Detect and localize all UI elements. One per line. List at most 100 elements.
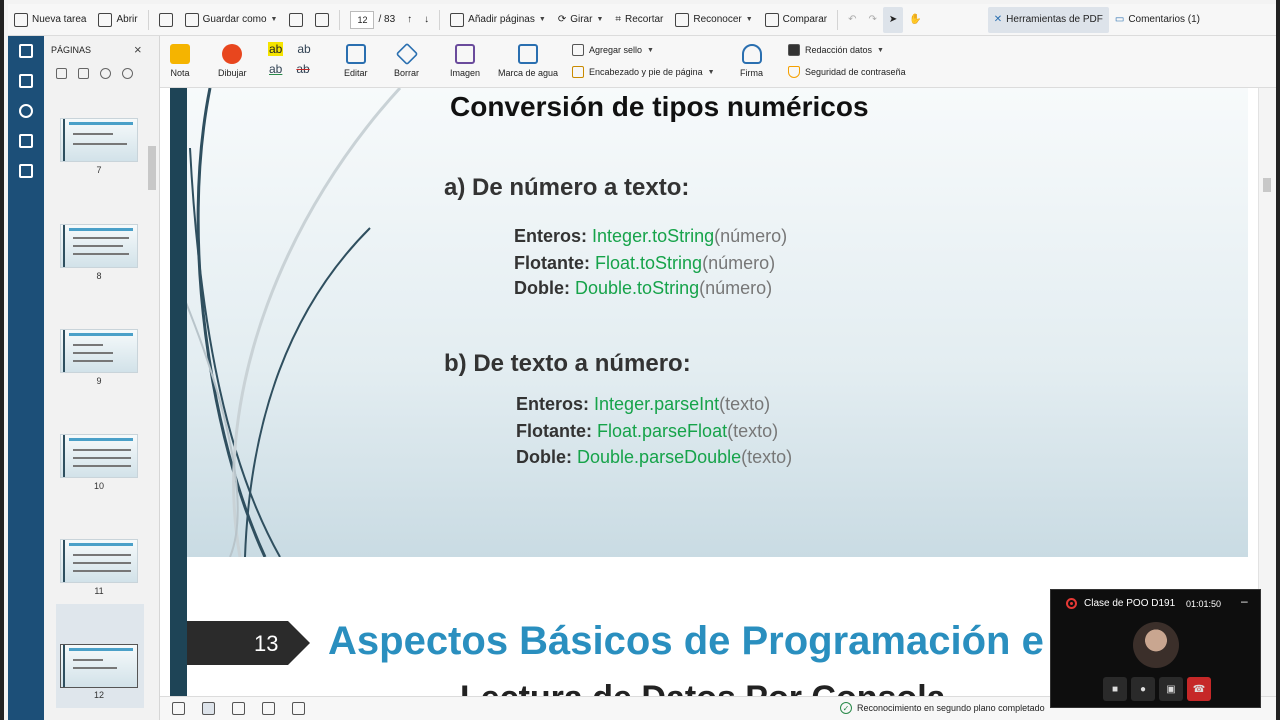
code-line: Enteros: Integer.toString(número) bbox=[514, 226, 788, 246]
thumbnail-number: 7 bbox=[96, 165, 102, 175]
image-button[interactable]: Imagen bbox=[450, 44, 480, 78]
hang-up-icon: ☎ bbox=[1192, 683, 1206, 695]
separator bbox=[837, 9, 839, 30]
hand-tool-button[interactable]: ✋ bbox=[903, 7, 927, 33]
previous-page-button[interactable]: ↑ bbox=[401, 7, 418, 33]
select-tool-button[interactable]: ➤ bbox=[882, 6, 904, 33]
header-footer-button[interactable]: Encabezado y pie de página ▼ bbox=[572, 66, 715, 78]
section-heading: a) De número a texto: bbox=[444, 174, 690, 201]
print-button[interactable] bbox=[283, 7, 309, 33]
fit-page-icon[interactable] bbox=[202, 702, 215, 715]
end-call-button[interactable]: ☎ bbox=[1187, 677, 1211, 701]
watermark-icon bbox=[518, 44, 539, 64]
rotate-left-icon[interactable] bbox=[100, 68, 111, 79]
redo-button[interactable]: ↷ bbox=[863, 7, 883, 33]
redaction-button[interactable]: Redacción datos ▼ bbox=[788, 44, 884, 56]
pdf-tools-button[interactable]: ✕ Herramientas de PDF bbox=[987, 6, 1109, 33]
page-thumbnail[interactable] bbox=[60, 434, 138, 478]
chevron-down-icon: ▼ bbox=[707, 68, 715, 76]
add-pages-button[interactable]: Añadir páginas ▼ bbox=[444, 7, 552, 33]
slide-title: Conversión de tipos numéricos bbox=[450, 91, 869, 122]
chevron-down-icon: ▼ bbox=[596, 16, 604, 23]
open-button[interactable]: Abrir bbox=[92, 7, 143, 33]
undo-button[interactable]: ↶ bbox=[842, 7, 862, 33]
note-button[interactable]: Nota bbox=[170, 44, 190, 78]
scrollbar-thumb[interactable] bbox=[148, 146, 156, 190]
pages-icon[interactable] bbox=[19, 44, 33, 58]
slide-subtitle: Lectura de Datos Por Consola bbox=[460, 679, 946, 696]
presentation-icon[interactable] bbox=[292, 702, 305, 715]
code-line: Flotante: Float.toString(número) bbox=[514, 253, 776, 273]
arrow-up-icon: ↑ bbox=[407, 14, 413, 25]
password-security-button[interactable]: Seguridad de contraseña bbox=[788, 66, 906, 78]
panel-scrollbar[interactable] bbox=[146, 90, 158, 710]
two-page-view-icon[interactable] bbox=[232, 702, 245, 715]
arrow-down-icon: ↓ bbox=[424, 14, 430, 25]
insert-page-icon[interactable] bbox=[56, 68, 67, 79]
add-stamp-button[interactable]: Agregar sello ▼ bbox=[572, 44, 654, 56]
separator bbox=[339, 9, 341, 30]
camera-toggle-button[interactable]: ■ bbox=[1103, 677, 1127, 701]
chevron-down-icon: ▼ bbox=[538, 16, 546, 23]
page-thumbnail[interactable] bbox=[60, 118, 138, 162]
main-toolbar: Nueva tarea Abrir Guardar como ▼ 12 / 83 … bbox=[8, 4, 1276, 36]
compare-button[interactable]: Comparar bbox=[759, 7, 833, 33]
close-icon[interactable]: × bbox=[134, 42, 142, 57]
scroll-view-icon[interactable] bbox=[262, 702, 275, 715]
left-nav-rail bbox=[8, 36, 44, 720]
next-page-button[interactable]: ↓ bbox=[418, 7, 435, 33]
share-screen-button[interactable]: ▣ bbox=[1159, 677, 1183, 701]
single-page-view-icon[interactable] bbox=[172, 702, 185, 715]
crop-button[interactable]: ⌗ Recortar bbox=[609, 7, 669, 33]
comments-button[interactable]: ▭ Comentarios (1) bbox=[1109, 7, 1206, 33]
signature-button[interactable]: Firma bbox=[740, 44, 763, 78]
save-as-button[interactable]: Guardar como ▼ bbox=[179, 7, 284, 33]
participant-avatar bbox=[1133, 622, 1179, 668]
attachment-icon[interactable] bbox=[19, 134, 33, 148]
squiggly-text-icon[interactable]: ab bbox=[269, 62, 282, 76]
minimize-button[interactable]: – bbox=[1241, 594, 1248, 608]
highlight-tools: ab ab ab ab bbox=[268, 42, 311, 76]
page-number-input[interactable]: 12 bbox=[350, 10, 375, 29]
strikeout-text-icon[interactable]: ab bbox=[296, 62, 309, 76]
thumbnail-number: 10 bbox=[93, 481, 104, 491]
edit-button[interactable]: Editar bbox=[344, 44, 368, 78]
draw-button[interactable]: Dibujar bbox=[218, 44, 247, 78]
bookmark-icon[interactable] bbox=[19, 74, 33, 88]
rotate-button[interactable]: ⟳ Girar ▼ bbox=[552, 7, 610, 33]
scrollbar-thumb[interactable] bbox=[1263, 178, 1271, 192]
ocr-icon bbox=[675, 12, 690, 27]
highlight-text-icon[interactable]: ab bbox=[268, 42, 284, 56]
slide-page: Conversión de tipos numéricos a) De núme… bbox=[170, 88, 1248, 557]
rotate-right-icon[interactable] bbox=[122, 68, 133, 79]
erase-button[interactable]: Borrar bbox=[394, 42, 419, 78]
search-icon[interactable] bbox=[19, 104, 33, 118]
save-button[interactable] bbox=[153, 7, 179, 33]
page-thumbnail[interactable] bbox=[60, 539, 138, 583]
delete-page-icon[interactable] bbox=[78, 68, 89, 79]
thumbnail-number: 11 bbox=[94, 586, 104, 596]
watermark-button[interactable]: Marca de agua bbox=[498, 44, 558, 78]
code-line: Doble: Double.parseDouble(texto) bbox=[516, 447, 793, 467]
page-thumbnail-selected[interactable] bbox=[60, 644, 138, 688]
signature-icon[interactable] bbox=[19, 164, 33, 178]
mic-toggle-button[interactable]: ● bbox=[1131, 677, 1155, 701]
page-thumbnail[interactable] bbox=[60, 224, 138, 268]
recognize-button[interactable]: Reconocer ▼ bbox=[669, 7, 758, 33]
redo-icon: ↷ bbox=[868, 14, 877, 25]
video-call-overlay[interactable]: Clase de POO D191 01:01:50 – ■ ● ▣ ☎ bbox=[1050, 589, 1261, 708]
new-task-button[interactable]: Nueva tarea bbox=[8, 7, 92, 33]
microphone-icon: ● bbox=[1139, 683, 1147, 695]
undo-icon: ↶ bbox=[848, 14, 857, 25]
chevron-down-icon: ▼ bbox=[647, 46, 654, 54]
thumbnail-number: 12 bbox=[93, 690, 104, 700]
eraser-icon bbox=[395, 42, 418, 66]
save-as-icon bbox=[184, 12, 199, 27]
underline-text-icon[interactable]: ab bbox=[297, 42, 310, 56]
page-thumbnail[interactable] bbox=[60, 329, 138, 373]
panel-title: PÁGINAS bbox=[51, 45, 92, 55]
chevron-down-icon: ▼ bbox=[877, 46, 884, 54]
email-button[interactable] bbox=[309, 7, 335, 33]
stamp-icon bbox=[572, 44, 584, 56]
thumbnail-number: 8 bbox=[96, 271, 102, 281]
